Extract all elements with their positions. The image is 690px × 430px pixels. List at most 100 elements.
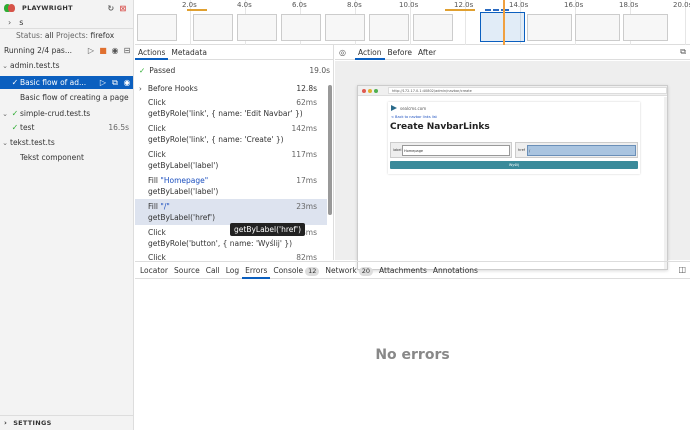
action-item[interactable]: Click 62ms getByRole('link', { name: 'Edi… bbox=[135, 97, 327, 119]
chevron-down-icon[interactable]: ⌄ bbox=[0, 139, 10, 147]
chevron-right-icon[interactable]: › bbox=[8, 18, 11, 27]
timeline-snapshot-thumb[interactable] bbox=[137, 14, 177, 41]
timeline-playhead[interactable] bbox=[503, 0, 505, 45]
timeline[interactable]: 2.0s 4.0s 6.0s 8.0s 10.0s 12.0s 14.0s 16… bbox=[135, 0, 690, 45]
action-name: Click bbox=[148, 253, 166, 260]
run-test-icon[interactable]: ▷ bbox=[97, 78, 109, 87]
timeline-label: 20.0s bbox=[673, 1, 690, 9]
timeline-label: 18.0s bbox=[619, 1, 639, 9]
watch-all-icon[interactable]: ◉ bbox=[109, 46, 121, 55]
tab-attachments[interactable]: Attachments bbox=[376, 262, 430, 279]
tab-before[interactable]: Before bbox=[385, 45, 416, 60]
timeline-action-bar bbox=[187, 9, 207, 11]
tab-locator[interactable]: Locator bbox=[137, 262, 171, 279]
action-item[interactable]: Click 82ms bbox=[135, 252, 327, 260]
snapshot-page: sealcms.com < Back to navbar links list … bbox=[388, 102, 640, 174]
passed-row: ✓ Passed 19.0s bbox=[135, 64, 334, 77]
tab-label: Network bbox=[325, 265, 357, 275]
submit-button: Wyślij bbox=[390, 161, 638, 169]
timeline-label: 8.0s bbox=[347, 1, 362, 9]
timeline-snapshot-thumb[interactable] bbox=[369, 14, 409, 41]
timeline-snapshot-thumb[interactable] bbox=[237, 14, 277, 41]
tree-test-basic-flow-admin[interactable]: ✓ Basic flow of ad... ▷ ⧉ ◉ bbox=[0, 76, 133, 89]
timeline-snapshot-thumb[interactable] bbox=[325, 14, 365, 41]
layout-toggle-icon[interactable]: ◫ bbox=[678, 265, 686, 274]
watch-test-icon[interactable]: ◉ bbox=[121, 78, 133, 87]
actions-scrollbar[interactable] bbox=[328, 85, 332, 215]
snapshot-panel: ◎ Action Before After ⧉ http://172.17.0.… bbox=[335, 45, 690, 270]
action-name: Click bbox=[148, 124, 166, 133]
timeline-label: 14.0s bbox=[509, 1, 529, 9]
test-sidebar: PLAYWRIGHT ↻ ⊠ › s Status: all Projects:… bbox=[0, 0, 134, 430]
tab-actions[interactable]: Actions bbox=[135, 45, 169, 60]
tree-file-admin[interactable]: ⌄ admin.test.ts bbox=[0, 59, 133, 72]
href-input: / bbox=[527, 145, 636, 156]
reload-icon[interactable]: ↻ bbox=[105, 4, 117, 13]
timeline-label: 2.0s bbox=[182, 1, 197, 9]
timeline-snapshot-thumb[interactable] bbox=[623, 14, 668, 41]
timeline-snapshot-thumb[interactable] bbox=[281, 14, 321, 41]
timeline-snapshot-thumb[interactable] bbox=[527, 14, 572, 41]
target-icon[interactable]: ◎ bbox=[339, 48, 351, 57]
stop-icon[interactable]: ■ bbox=[97, 46, 109, 55]
check-icon: ✓ bbox=[11, 123, 19, 132]
timeline-snapshot-thumb[interactable] bbox=[575, 14, 620, 41]
tree-file-tekst[interactable]: ⌄ tekst.test.ts bbox=[0, 136, 133, 149]
actions-tabs: Actions Metadata bbox=[135, 45, 333, 60]
collapse-icon[interactable]: ⊟ bbox=[121, 46, 133, 55]
open-source-icon[interactable]: ⧉ bbox=[109, 78, 121, 88]
test-duration: 16.5s bbox=[108, 123, 129, 132]
collapse-all-icon[interactable]: ⊠ bbox=[117, 4, 129, 13]
action-item[interactable]: Click 142ms getByRole('link', { name: 'Cr… bbox=[135, 123, 327, 145]
timeline-label: 6.0s bbox=[292, 1, 307, 9]
chevron-down-icon[interactable]: ⌄ bbox=[0, 62, 10, 70]
tree-item-label: Basic flow of ad... bbox=[20, 78, 87, 87]
action-duration: 17ms bbox=[296, 176, 317, 185]
action-value: "/" bbox=[160, 202, 170, 211]
tree-test-basic-flow-page[interactable]: Basic flow of creating a page bbox=[0, 91, 133, 104]
tab-action[interactable]: Action bbox=[355, 45, 385, 60]
action-item-selected[interactable]: Fill "/" 23ms getByLabel('href') bbox=[135, 199, 327, 225]
open-external-icon[interactable]: ⧉ bbox=[680, 47, 686, 57]
before-hooks-row[interactable]: › Before Hooks 12.8s bbox=[135, 82, 327, 95]
tree-item-label: Tekst component bbox=[20, 153, 84, 162]
action-name: Click bbox=[148, 98, 166, 107]
tab-metadata[interactable]: Metadata bbox=[168, 45, 210, 60]
tree-file-simple-crud[interactable]: ⌄ ✓ simple-crud.test.ts bbox=[0, 107, 133, 120]
tab-log[interactable]: Log bbox=[223, 262, 242, 279]
run-all-icon[interactable]: ▷ bbox=[85, 46, 97, 55]
before-hooks-label: Before Hooks bbox=[147, 84, 198, 93]
passed-label: Passed bbox=[149, 66, 176, 75]
tab-console[interactable]: Console 12 bbox=[270, 262, 322, 279]
status-label: Status: bbox=[16, 31, 43, 40]
action-duration: 117ms bbox=[291, 150, 317, 159]
tab-network[interactable]: Network 20 bbox=[322, 262, 376, 279]
filter-input[interactable]: s bbox=[19, 18, 23, 27]
tab-source[interactable]: Source bbox=[171, 262, 203, 279]
chevron-right-icon: › bbox=[4, 419, 8, 427]
tab-errors[interactable]: Errors bbox=[242, 262, 271, 279]
tree-test-test[interactable]: ✓ test 16.5s bbox=[0, 121, 133, 134]
action-name: Click bbox=[148, 150, 166, 159]
tab-call[interactable]: Call bbox=[203, 262, 223, 279]
action-selector: getByRole('link', { name: 'Edit Navbar' … bbox=[148, 109, 303, 118]
filter-status[interactable]: Status: all Projects: firefox bbox=[0, 29, 114, 42]
action-item[interactable]: Click 117ms getByLabel('label') bbox=[135, 149, 327, 171]
timeline-snapshot-thumb[interactable] bbox=[413, 14, 453, 41]
tab-after[interactable]: After bbox=[415, 45, 439, 60]
field-label: href bbox=[518, 148, 525, 152]
projects-label: Projects: bbox=[55, 31, 89, 40]
tab-label: Console bbox=[273, 265, 304, 275]
app-title: PLAYWRIGHT bbox=[22, 4, 73, 12]
tree-item-label: simple-crud.test.ts bbox=[20, 109, 91, 118]
chevron-down-icon[interactable]: ⌄ bbox=[0, 110, 10, 118]
passed-duration: 19.0s bbox=[309, 66, 330, 75]
tree-test-tekst-component[interactable]: Tekst component bbox=[0, 151, 133, 164]
field-label: label bbox=[393, 148, 402, 152]
timeline-snapshot-thumb[interactable] bbox=[193, 14, 233, 41]
action-item[interactable]: Fill "Homepage" 17ms getByLabel('label') bbox=[135, 175, 327, 197]
chevron-right-icon: › bbox=[139, 84, 142, 93]
details-tabs: Locator Source Call Log Errors Console 12… bbox=[135, 262, 690, 279]
settings-section[interactable]: › SETTINGS bbox=[0, 415, 133, 430]
tab-annotations[interactable]: Annotations bbox=[430, 262, 481, 279]
